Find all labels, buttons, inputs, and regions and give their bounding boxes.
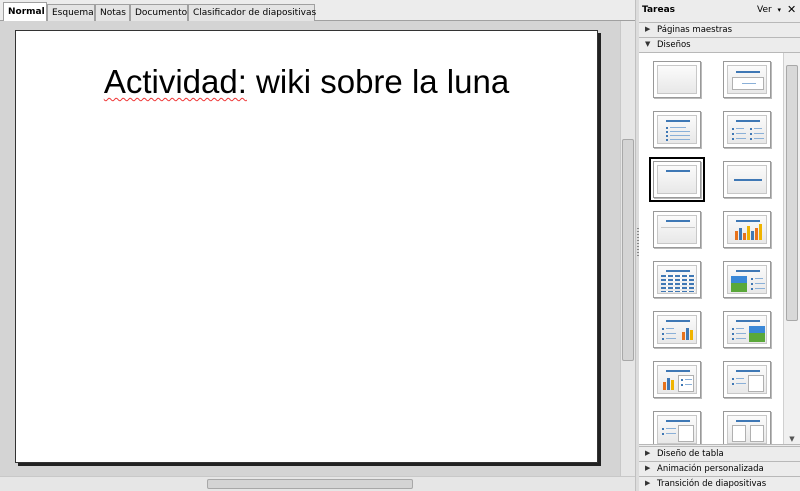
horizontal-scrollbar[interactable] (0, 476, 635, 491)
tab-notes[interactable]: Notas (95, 4, 130, 21)
layout-centered-text[interactable] (723, 161, 771, 198)
layout-title-content-picture[interactable] (723, 311, 771, 348)
misspelled-word: Actividad: (103, 63, 247, 100)
view-menu-button[interactable]: Ver ▾ (757, 5, 781, 15)
layout-title-four-content[interactable] (723, 411, 771, 444)
tab-normal[interactable]: Normal (3, 2, 47, 22)
horizontal-scroll-thumb[interactable] (207, 479, 413, 489)
tab-slide-sorter[interactable]: Clasificador de diapositivas (188, 4, 316, 21)
layout-title-two-content-wide[interactable] (653, 211, 701, 248)
layout-title-chart[interactable] (723, 211, 771, 248)
section-custom-animation-label: Animación personalizada (657, 464, 764, 474)
layout-title-table[interactable] (653, 261, 701, 298)
section-slide-transition[interactable]: ▶ Transición de diapositivas (639, 476, 800, 491)
task-pane: Tareas Ver ▾ ✕ ▶ Páginas maestras ▼ Dise… (639, 0, 800, 491)
tab-outline[interactable]: Esquema (47, 4, 95, 21)
section-master-pages-label: Páginas maestras (657, 25, 733, 35)
impress-window: Normal Esquema Notas Documento Clasifica… (0, 0, 800, 491)
layouts-gallery: ▼ (639, 52, 800, 445)
layout-title-slide[interactable] (723, 61, 771, 98)
slide-canvas[interactable]: Actividad: wiki sobre la luna (15, 30, 598, 463)
layouts-scrollbar[interactable]: ▼ (783, 53, 800, 444)
close-icon[interactable]: ✕ (787, 3, 796, 16)
collapsed-arrow-icon: ▶ (645, 464, 651, 472)
layout-title-picture-content[interactable] (723, 261, 771, 298)
expanded-arrow-icon: ▼ (645, 40, 651, 48)
layout-title-only[interactable] (649, 157, 705, 202)
vertical-scroll-thumb[interactable] (622, 139, 634, 361)
task-pane-header: Tareas Ver ▾ ✕ (639, 0, 800, 20)
vertical-scrollbar[interactable] (620, 21, 635, 476)
section-table-design-label: Diseño de tabla (657, 449, 724, 459)
slide-title[interactable]: Actividad: wiki sobre la luna (16, 63, 597, 101)
layout-blank[interactable] (653, 61, 701, 98)
layout-title-content-blank[interactable] (723, 361, 771, 398)
collapsed-arrow-icon: ▶ (645, 449, 651, 457)
section-custom-animation[interactable]: ▶ Animación personalizada (639, 461, 800, 475)
task-pane-title: Tareas (642, 5, 676, 15)
slide-workspace: Actividad: wiki sobre la luna (0, 21, 620, 476)
layout-title-content-chart[interactable] (653, 311, 701, 348)
layout-title-two-content[interactable] (723, 111, 771, 148)
layouts-scroll-thumb[interactable] (786, 65, 798, 321)
section-slide-transition-label: Transición de diapositivas (657, 479, 767, 489)
view-tab-bar: Normal Esquema Notas Documento Clasifica… (0, 0, 636, 22)
tab-handout[interactable]: Documento (130, 4, 188, 21)
layout-title-two-rows[interactable] (653, 411, 701, 444)
slide-title-text: wiki sobre la luna (246, 63, 510, 100)
collapsed-arrow-icon: ▶ (645, 25, 651, 33)
scroll-down-arrow-icon[interactable]: ▼ (787, 434, 797, 444)
section-layouts-label: Diseños (657, 40, 691, 50)
section-master-pages[interactable]: ▶ Páginas maestras (639, 22, 800, 36)
collapsed-arrow-icon: ▶ (645, 479, 651, 487)
layout-title-content[interactable] (653, 111, 701, 148)
section-table-design[interactable]: ▶ Diseño de tabla (639, 446, 800, 460)
view-menu-label: Ver (757, 5, 772, 15)
layout-title-chart-content[interactable] (653, 361, 701, 398)
dropdown-arrow-icon: ▾ (777, 6, 781, 14)
section-layouts[interactable]: ▼ Diseños (639, 37, 800, 51)
